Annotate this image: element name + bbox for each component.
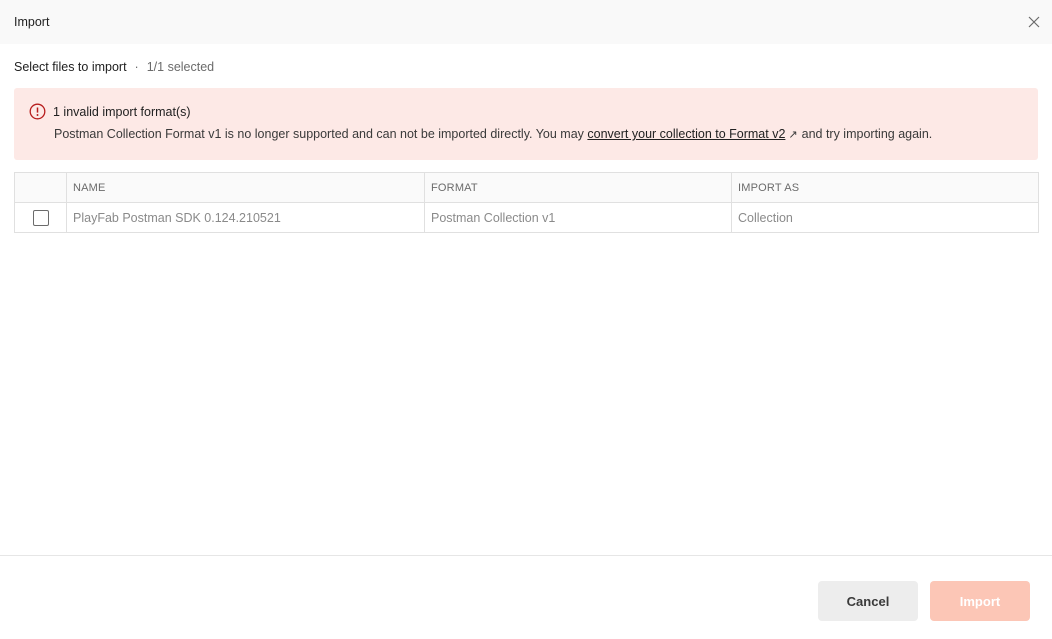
import-dialog: Import Select files to import · 1/1 sele…	[0, 0, 1052, 639]
table-header-row: NAME FORMAT IMPORT AS	[14, 172, 1039, 203]
invalid-format-alert: 1 invalid import format(s) Postman Colle…	[14, 88, 1038, 160]
file-format-cell: Postman Collection v1	[424, 202, 732, 233]
row-checkbox[interactable]	[32, 209, 49, 226]
alert-message-suffix: and try importing again.	[801, 127, 933, 141]
selection-summary: Select files to import · 1/1 selected	[14, 60, 214, 74]
error-circle-icon	[29, 103, 46, 120]
select-column-header	[14, 172, 67, 203]
column-header-name: NAME	[66, 172, 425, 203]
external-link-icon: ↗	[788, 129, 798, 141]
column-header-import-as: IMPORT AS	[731, 172, 1039, 203]
select-files-label: Select files to import	[14, 60, 127, 74]
close-icon	[1028, 16, 1040, 28]
dialog-header: Import	[0, 0, 1052, 44]
selected-count: 1/1 selected	[146, 60, 215, 74]
cancel-button[interactable]: Cancel	[818, 581, 918, 621]
alert-header: 1 invalid import format(s)	[29, 103, 1022, 120]
alert-message-text: Postman Collection Format v1 is no longe…	[54, 127, 588, 141]
import-as-cell: Collection	[731, 202, 1039, 233]
import-button[interactable]: Import	[930, 581, 1030, 621]
alert-message: Postman Collection Format v1 is no longe…	[54, 127, 1022, 141]
dialog-footer: Cancel Import	[0, 555, 1052, 639]
column-header-format: FORMAT	[424, 172, 732, 203]
table-row: PlayFab Postman SDK 0.124.210521 Postman…	[14, 202, 1039, 233]
convert-collection-link[interactable]: convert your collection to Format v2	[587, 127, 785, 141]
separator-dot: ·	[134, 60, 139, 74]
close-button[interactable]	[1024, 12, 1044, 32]
alert-title: 1 invalid import format(s)	[53, 104, 191, 119]
files-table: NAME FORMAT IMPORT AS PlayFab Postman SD…	[14, 172, 1039, 233]
file-name-cell: PlayFab Postman SDK 0.124.210521	[66, 202, 425, 233]
row-select-cell	[14, 202, 67, 233]
dialog-title: Import	[14, 15, 50, 29]
